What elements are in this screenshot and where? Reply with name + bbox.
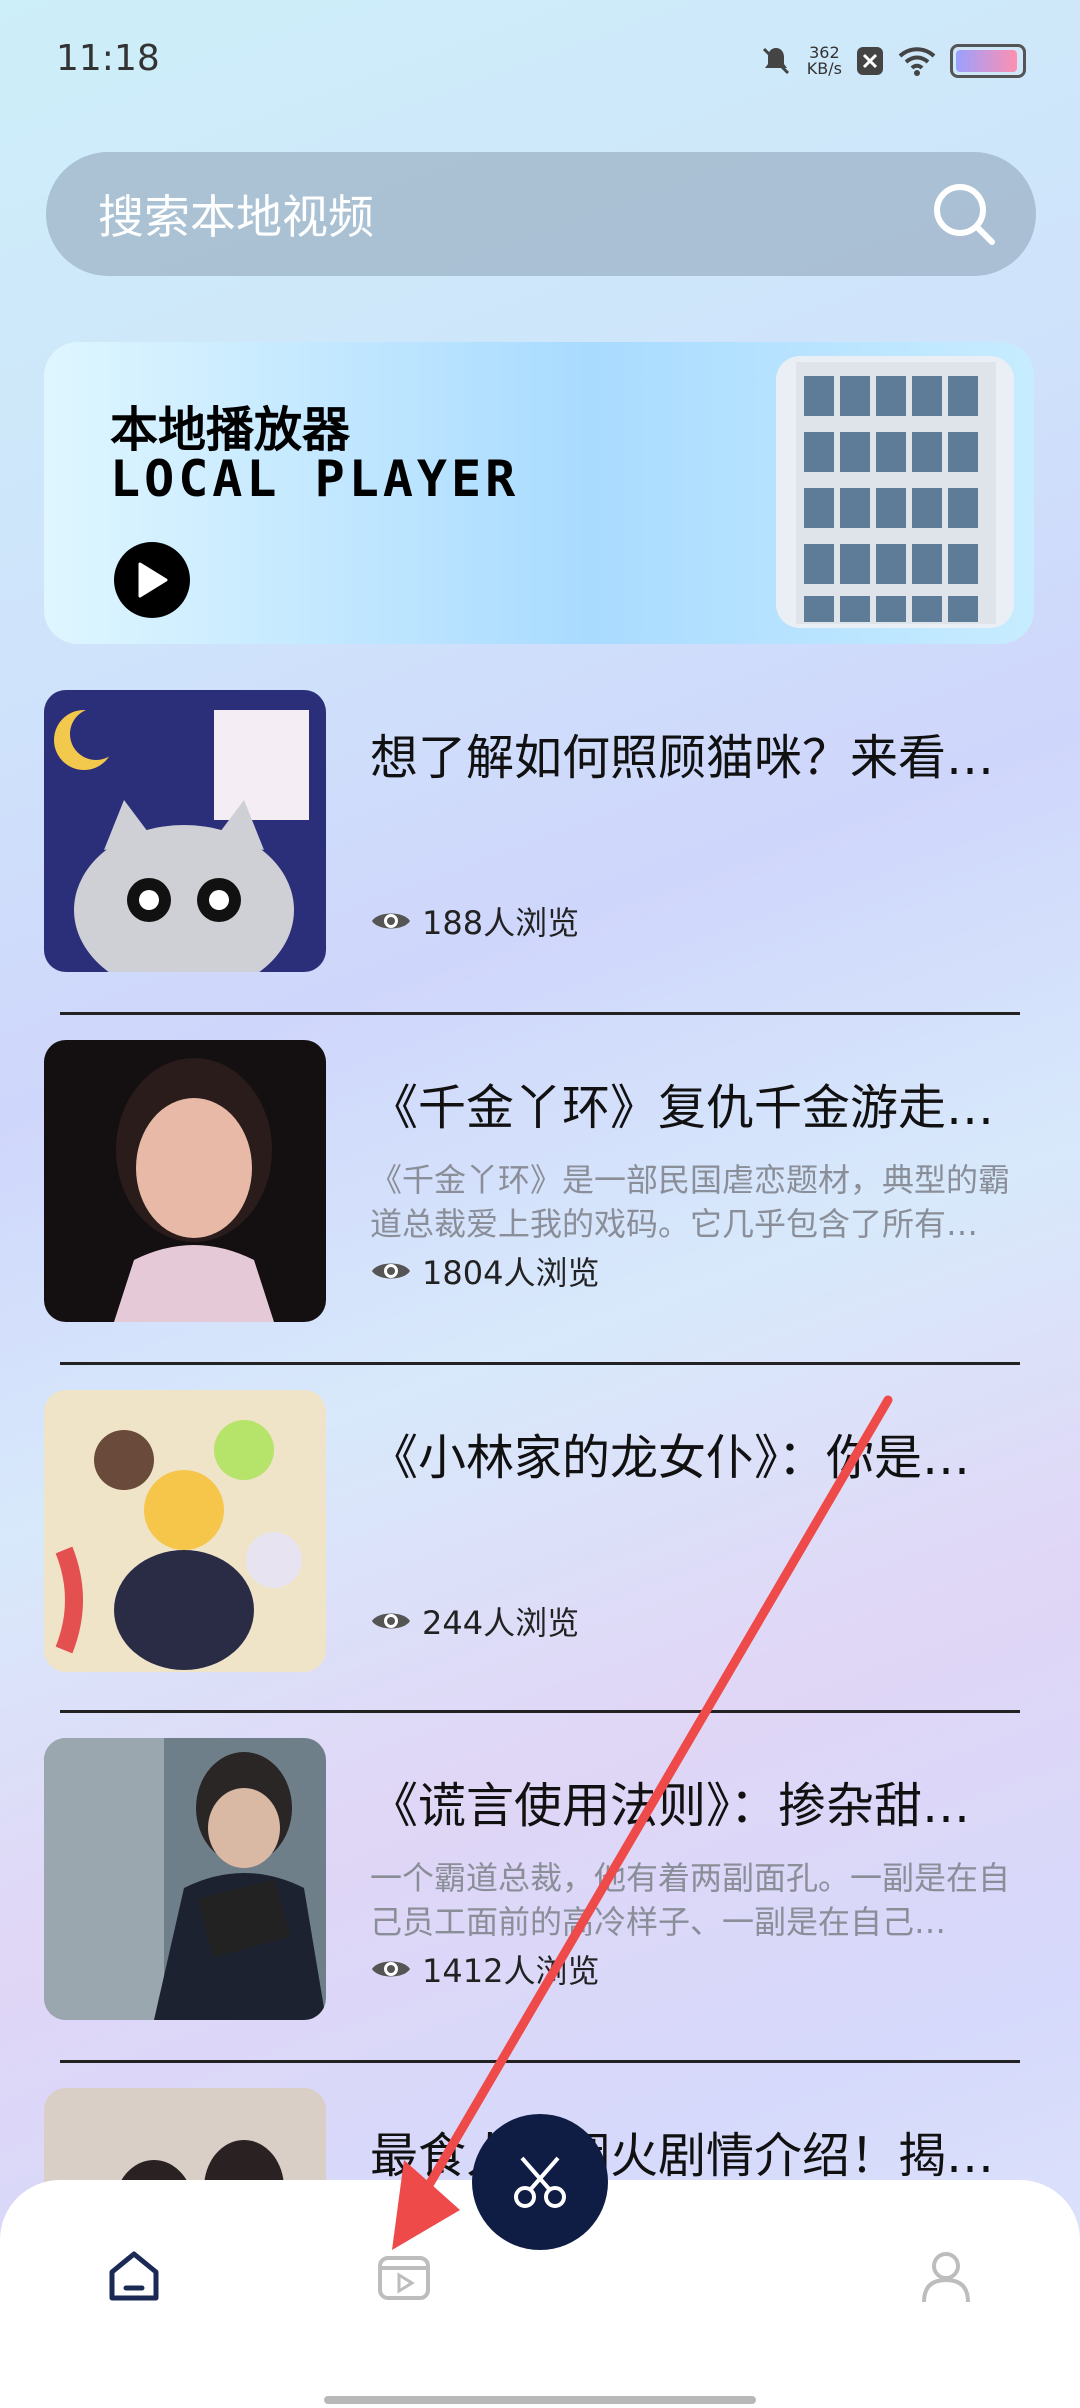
net-speed-unit: KB/s (806, 59, 842, 78)
search-icon[interactable] (928, 178, 998, 248)
divider (60, 1362, 1020, 1365)
user-icon[interactable] (916, 2246, 976, 2306)
eye-icon (372, 913, 410, 929)
eye-icon (372, 1961, 410, 1977)
search-bar[interactable]: 搜索本地视频 (46, 152, 1036, 276)
list-item[interactable]: 《谎言使用法则》：掺杂甜… 一个霸道总裁，他有着两副面孔。一副是在自己员工面前的… (44, 1738, 1040, 2020)
view-count: 188人浏览 (370, 898, 579, 944)
video-thumbnail[interactable] (44, 1738, 326, 2020)
list-item[interactable]: 想了解如何照顾猫咪？来看… 188人浏览 (44, 690, 1040, 972)
item-title[interactable]: 《谎言使用法则》：掺杂甜… (370, 1766, 1030, 1836)
item-title[interactable]: 最食人间烟火剧情介绍！揭… (370, 2116, 1030, 2186)
item-title[interactable]: 想了解如何照顾猫咪？来看… (370, 718, 1030, 788)
divider (60, 1710, 1020, 1713)
status-bar: 11:18 362 KB/s (0, 0, 1080, 120)
divider (60, 2060, 1020, 2063)
view-count-text: 1804人浏览 (422, 1254, 600, 1292)
battery-icon (950, 44, 1026, 78)
view-count-text: 244人浏览 (422, 1604, 580, 1642)
eye-icon (372, 1263, 410, 1279)
divider (60, 1012, 1020, 1015)
home-indicator (324, 2396, 756, 2404)
view-count: 1804人浏览 (370, 1248, 599, 1294)
item-title[interactable]: 《小林家的龙女仆》：你是… (370, 1418, 1030, 1488)
list-item[interactable]: 《小林家的龙女仆》：你是… 244人浏览 (44, 1390, 1040, 1672)
view-count: 1412人浏览 (370, 1946, 599, 1992)
local-player-banner[interactable]: 本地播放器 LOCAL PLAYER (44, 342, 1034, 644)
video-thumbnail[interactable] (44, 1390, 326, 1672)
status-time: 11:18 (56, 38, 160, 79)
home-icon[interactable] (104, 2246, 164, 2306)
edit-fab-button[interactable] (472, 2114, 608, 2250)
video-icon[interactable] (374, 2246, 434, 2306)
net-speed: 362 KB/s (807, 45, 842, 77)
item-description: 《千金丫环》是一部民国虐恋题材，典型的霸道总裁爱上我的戏码。它几乎包含了所有… (370, 1161, 1011, 1243)
status-icons: 362 KB/s (759, 44, 1026, 78)
list-item[interactable]: 《千金丫环》复仇千金游走… 《千金丫环》是一部民国虐恋题材，典型的霸道总裁爱上我… (44, 1040, 1040, 1322)
view-count: 244人浏览 (370, 1598, 579, 1644)
banner-title-en: LOCAL PLAYER (110, 450, 520, 508)
video-thumbnail[interactable] (44, 1040, 326, 1322)
video-thumbnail[interactable] (44, 690, 326, 972)
view-count-text: 1412人浏览 (422, 1952, 600, 1990)
play-icon (138, 562, 168, 598)
wifi-icon (898, 47, 936, 76)
scissors-icon (514, 2156, 566, 2208)
sim-x-icon (857, 47, 883, 75)
bottom-nav (0, 2114, 1080, 2408)
item-description: 一个霸道总裁，他有着两副面孔。一副是在自己员工面前的高冷样子、一副是在自己… (370, 1859, 1011, 1941)
building-image (776, 356, 1014, 628)
item-title[interactable]: 《千金丫环》复仇千金游走… (370, 1068, 1030, 1138)
eye-icon (372, 1613, 410, 1629)
play-button[interactable] (114, 542, 190, 618)
view-count-text: 188人浏览 (422, 904, 580, 942)
search-input[interactable]: 搜索本地视频 (98, 181, 374, 247)
mute-bell-icon (762, 47, 789, 75)
